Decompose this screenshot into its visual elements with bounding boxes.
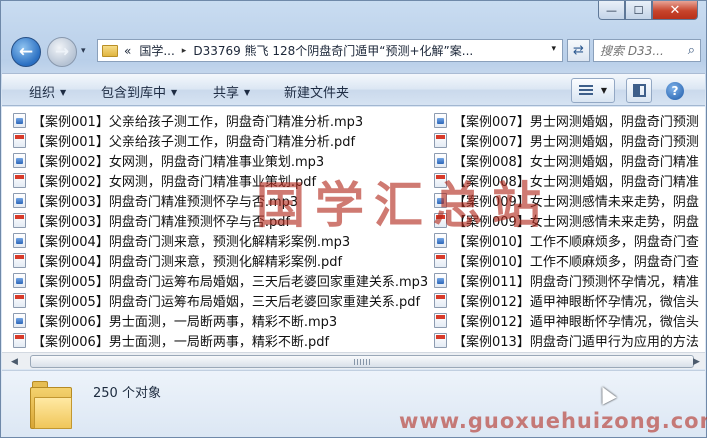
back-arrow-icon: ← [18,42,34,62]
forward-button[interactable]: → [47,37,77,67]
item-count: 250 个对象 [93,386,161,401]
grip-icon [354,359,372,365]
file-item[interactable]: 【案例007】男士网测婚姻，阴盘奇门预测 [423,130,705,150]
audio-file-icon [13,152,26,168]
file-item[interactable]: 【案例006】男士面测，一局断两事，精彩不断.pdf [2,330,430,350]
refresh-icon: ⇄ [573,43,584,58]
audio-file-icon [13,232,26,248]
pdf-file-icon [13,132,26,148]
close-button[interactable]: ✕ [652,1,698,20]
file-name: 【案例013】阴盘奇门遁甲行为应用的方法 [453,334,699,350]
file-name: 【案例005】阴盘奇门运筹布局婚姻，三天后老婆回家重建关系.mp3 [32,274,429,290]
file-name: 【案例001】父亲给孩子测工作，阴盘奇门精准分析.pdf [32,134,356,150]
file-item[interactable]: 【案例006】男士面测，一局断两事，精彩不断.mp3 [2,310,430,330]
watermark-url: www.guoxuehuizong.com [399,409,707,433]
pdf-file-icon [13,172,26,188]
file-name: 【案例007】男士网测婚姻，阴盘奇门预测 [453,134,699,150]
audio-file-icon [13,312,26,328]
include-in-library-menu[interactable]: 包含到库中 ▼ [101,82,177,101]
explorer-window: — ☐ ✕ ← → ▾ « 国学... ▸ D33769 熊飞 128个阴盘奇门… [0,0,707,438]
file-name: 【案例012】遁甲神眼断怀孕情况，微信头 [453,314,699,330]
pdf-file-icon [434,332,447,348]
audio-file-icon [434,112,447,128]
file-name: 【案例011】阴盘奇门预测怀孕情况，精准 [453,274,699,290]
scrollbar-thumb[interactable] [30,355,694,368]
search-icon[interactable]: ⌕ [688,43,695,58]
search-box[interactable]: ⌕ [593,39,701,62]
file-name: 【案例004】阴盘奇门测来意，预测化解精彩案例.pdf [32,254,343,270]
maximize-button[interactable]: ☐ [625,1,652,20]
pdf-file-icon [13,212,26,228]
watermark-text: 国学汇总站 [256,177,552,234]
breadcrumb-item-root[interactable]: 国学... [139,42,174,59]
address-bar[interactable]: « 国学... ▸ D33769 熊飞 128个阴盘奇门遁甲“预测+化解”案..… [97,39,563,62]
breadcrumb-overflow[interactable]: « [124,44,131,58]
audio-file-icon [13,112,26,128]
pdf-file-icon [434,132,447,148]
file-name: 【案例006】男士面测，一局断两事，精彩不断.pdf [32,334,330,350]
pdf-file-icon [13,292,26,308]
file-item[interactable]: 【案例012】遁甲神眼断怀孕情况，微信头 [423,310,705,330]
breadcrumb-item-current[interactable]: D33769 熊飞 128个阴盘奇门遁甲“预测+化解”案... [193,42,473,59]
include-in-library-label: 包含到库中 [101,86,167,101]
address-dropdown-icon[interactable]: ▾ [551,44,556,54]
preview-pane-icon [632,84,646,97]
audio-file-icon [13,272,26,288]
audio-file-icon [13,192,26,208]
file-item[interactable]: 【案例005】阴盘奇门运筹布局婚姻，三天后老婆回家重建关系.pdf [2,290,430,310]
chevron-down-icon: ▼ [171,88,178,97]
new-folder-button[interactable]: 新建文件夹 [284,82,349,101]
horizontal-scrollbar[interactable]: ◀ ▶ [2,352,705,369]
file-item[interactable]: 【案例011】阴盘奇门预测怀孕情况，精准 [423,270,705,290]
new-folder-label: 新建文件夹 [284,86,350,101]
file-item[interactable]: 【案例007】男士网测婚姻，阴盘奇门预测 [423,110,705,130]
folder-icon [30,381,72,429]
refresh-button[interactable]: ⇄ [567,39,590,62]
file-item[interactable]: 【案例005】阴盘奇门运筹布局婚姻，三天后老婆回家重建关系.mp3 [2,270,430,290]
folder-icon [102,44,118,57]
file-name: 【案例006】男士面测，一局断两事，精彩不断.mp3 [32,314,338,330]
help-icon: ? [666,81,684,100]
pdf-file-icon [13,332,26,348]
file-item[interactable]: 【案例013】阴盘奇门遁甲行为应用的方法 [423,330,705,350]
command-bar: 组织 ▼ 包含到库中 ▼ 共享 ▼ 新建文件夹 ▼ ? [2,73,705,106]
search-input[interactable] [600,43,680,58]
minimize-button[interactable]: — [598,1,625,20]
pdf-file-icon [434,312,447,328]
pdf-file-icon [434,252,447,268]
scroll-left-button[interactable]: ◀ [6,354,23,369]
file-name: 【案例005】阴盘奇门运筹布局婚姻，三天后老婆回家重建关系.pdf [32,294,421,310]
breadcrumb-separator-icon[interactable]: ▸ [182,46,187,56]
chevron-down-icon: ▼ [60,88,67,97]
file-item[interactable]: 【案例012】遁甲神眼断怀孕情况，微信头 [423,290,705,310]
recent-pages-dropdown[interactable]: ▾ [81,46,86,56]
file-item[interactable]: 【案例004】阴盘奇门测来意，预测化解精彩案例.pdf [2,250,430,270]
pdf-file-icon [434,292,447,308]
file-item[interactable]: 【案例010】工作不顺麻烦多，阴盘奇门查 [423,250,705,270]
audio-file-icon [434,272,447,288]
file-item[interactable]: 【案例001】父亲给孩子测工作，阴盘奇门精准分析.pdf [2,130,430,150]
change-view-button[interactable]: ▼ [571,78,615,103]
preview-pane-button[interactable] [626,78,652,103]
file-name: 【案例007】男士网测婚姻，阴盘奇门预测 [453,114,699,130]
file-name: 【案例010】工作不顺麻烦多，阴盘奇门查 [453,254,699,270]
forward-arrow-icon: → [54,42,70,62]
back-button[interactable]: ← [11,37,41,67]
share-menu[interactable]: 共享 ▼ [213,82,250,101]
caption-buttons: — ☐ ✕ [598,1,698,20]
share-label: 共享 [213,86,240,101]
pdf-file-icon [13,252,26,268]
chevron-down-icon: ▼ [600,86,608,95]
scroll-right-button[interactable]: ▶ [688,354,705,369]
file-name: 【案例003】阴盘奇门精准预测怀孕与否.pdf [32,214,291,230]
help-button[interactable]: ? [662,78,688,103]
organize-label: 组织 [29,86,56,101]
file-name: 【案例012】遁甲神眼断怀孕情况，微信头 [453,294,699,310]
view-list-icon [578,84,593,97]
chevron-down-icon: ▼ [244,88,251,97]
organize-menu[interactable]: 组织 ▼ [29,82,66,101]
file-item[interactable]: 【案例001】父亲给孩子测工作，阴盘奇门精准分析.mp3 [2,110,430,130]
file-name: 【案例001】父亲给孩子测工作，阴盘奇门精准分析.mp3 [32,114,364,130]
